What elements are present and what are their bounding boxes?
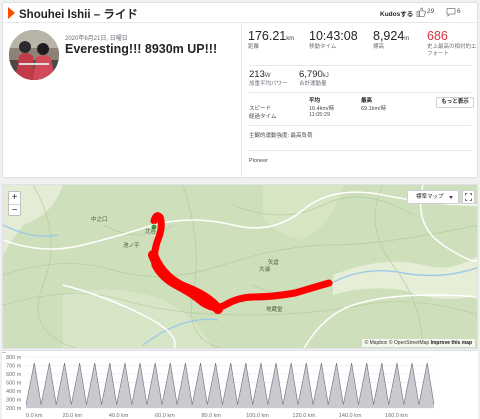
elapsed-time-avg: 11:05:29 [309, 112, 331, 118]
weighted-power-unit: W [264, 73, 271, 79]
elevation-unit: m [404, 36, 410, 42]
map-type-select[interactable]: 標準マップ [407, 190, 459, 204]
place-label-5: 地蔵堂 [266, 307, 283, 313]
comment-icon[interactable] [446, 7, 456, 17]
place-label-1: 北谷 [145, 229, 157, 235]
distance-label: 距離 [248, 44, 260, 50]
zoom-control: + − [8, 191, 21, 216]
place-label-3: 中之口 [91, 217, 108, 223]
col-avg-header: 平均 [309, 98, 321, 104]
device-name: Pioneer [249, 158, 268, 164]
collapse-chevron-icon[interactable] [8, 7, 15, 19]
distance-unit: km [286, 36, 295, 42]
vertical-divider [241, 23, 242, 178]
x-tick-label: 60.0 km [155, 413, 175, 419]
card-header: Shouhei Ishii – ライド Kudosする 29 6 [3, 3, 477, 23]
map-terrain [3, 185, 477, 348]
weighted-power-value: 213 [249, 69, 265, 80]
route-map[interactable]: 北谷 大浦 中之口 池ノ平 地蔵堂 矢倉 + − 標準マップ © Mapbox … [2, 184, 478, 349]
stats-divider-4 [249, 150, 471, 151]
map-type-label: 標準マップ [416, 194, 444, 200]
elapsed-time-label: 経過タイム [249, 114, 277, 120]
comment-count[interactable]: 6 [457, 8, 461, 15]
zoom-out-button[interactable]: − [9, 204, 20, 216]
stat-moving-time: 10:43:08 移動タイム [309, 29, 358, 51]
kudos-button[interactable]: Kudosする [380, 8, 413, 18]
attribution-osm[interactable]: © OpenStreetMap [389, 340, 429, 346]
x-tick-label: 100.0 km [246, 413, 269, 419]
y-tick-label: 300 m [6, 398, 22, 404]
stat-distance: 176.21km 距離 [248, 29, 294, 51]
activity-date: 2020年6月21日, 日曜日 [65, 36, 128, 42]
kudos-count[interactable]: 29 [427, 8, 434, 15]
x-tick-label: 120.0 km [293, 413, 316, 419]
relative-effort-label: 史上最高の相対的エフォート [427, 44, 477, 57]
moving-time-value: 10:43:08 [309, 29, 358, 43]
stat-weighted-power: 213W 加重平均パワー [249, 69, 288, 88]
attribution-mapbox[interactable]: © Mapbox [365, 340, 388, 346]
moving-time-label: 移動タイム [309, 44, 337, 50]
y-tick-label: 400 m [6, 389, 22, 395]
x-tick-label: 140.0 km [339, 413, 362, 419]
total-work-unit: kJ [322, 73, 329, 79]
elevation-label: 標高 [373, 44, 385, 50]
speed-label: スピード [249, 106, 272, 112]
improve-map-link[interactable]: Improve this map [431, 340, 472, 346]
activity-title: Shouhei Ishii – ライド [19, 9, 138, 21]
stats-divider-2 [249, 92, 471, 93]
activity-card: Shouhei Ishii – ライド Kudosする 29 6 2020年6月… [2, 2, 478, 178]
stats-divider [249, 65, 471, 66]
col-max-header: 最高 [361, 98, 373, 104]
total-work-label: 合計運動量 [299, 81, 327, 87]
activity-name: Everesting!!! 8930m UP!!! [65, 42, 218, 56]
stat-relative-effort[interactable]: 686 史上最高の相対的エフォート [427, 29, 477, 58]
stats-divider-3 [249, 125, 471, 126]
relative-effort-value[interactable]: 686 [427, 29, 477, 43]
stat-elevation: 8,924m 標高 [373, 29, 409, 51]
athlete-avatar[interactable] [9, 30, 59, 80]
perceived-exertion: 主観的運動強度: 最高負荷 [249, 133, 313, 139]
y-tick-label: 200 m [6, 406, 22, 412]
x-tick-label: 40.0 km [109, 413, 129, 419]
thumbs-up-icon[interactable] [416, 7, 426, 17]
y-tick-label: 500 m [6, 381, 22, 387]
x-tick-label: 20.0 km [63, 413, 83, 419]
elevation-profile[interactable]: 800 m 700 m 600 m 500 m 400 m 300 m 200 m 0.0 k… [2, 350, 478, 419]
chevron-down-icon [449, 196, 453, 199]
fullscreen-icon[interactable] [462, 190, 475, 204]
show-more-button[interactable]: もっと表示 [436, 97, 474, 108]
stat-total-work: 6,790kJ 合計運動量 [299, 69, 329, 88]
distance-value: 176.21 [248, 29, 287, 43]
elevation-chart: 800 m 700 m 600 m 500 m 400 m 300 m 200 m 0.0 k… [6, 355, 435, 419]
place-label-6: 矢倉 [268, 260, 280, 266]
x-tick-label: 0.0 km [26, 413, 43, 419]
y-tick-label: 700 m [6, 364, 22, 370]
x-tick-label: 160.0 km [385, 413, 408, 419]
speed-avg: 16.4km/時 [309, 106, 335, 112]
total-work-value: 6,790 [299, 69, 323, 80]
map-attribution: © Mapbox © OpenStreetMap Improve this ma… [361, 339, 475, 347]
place-label-2: 大浦 [259, 267, 271, 273]
elevation-value: 8,924 [373, 29, 405, 43]
zoom-in-button[interactable]: + [9, 192, 20, 204]
speed-max: 69.1km/時 [361, 106, 387, 112]
y-tick-label: 600 m [6, 372, 22, 378]
y-tick-label: 800 m [6, 355, 22, 361]
weighted-power-label: 加重平均パワー [249, 81, 288, 87]
place-label-4: 池ノ平 [123, 243, 140, 249]
x-tick-label: 80.0 km [201, 413, 221, 419]
